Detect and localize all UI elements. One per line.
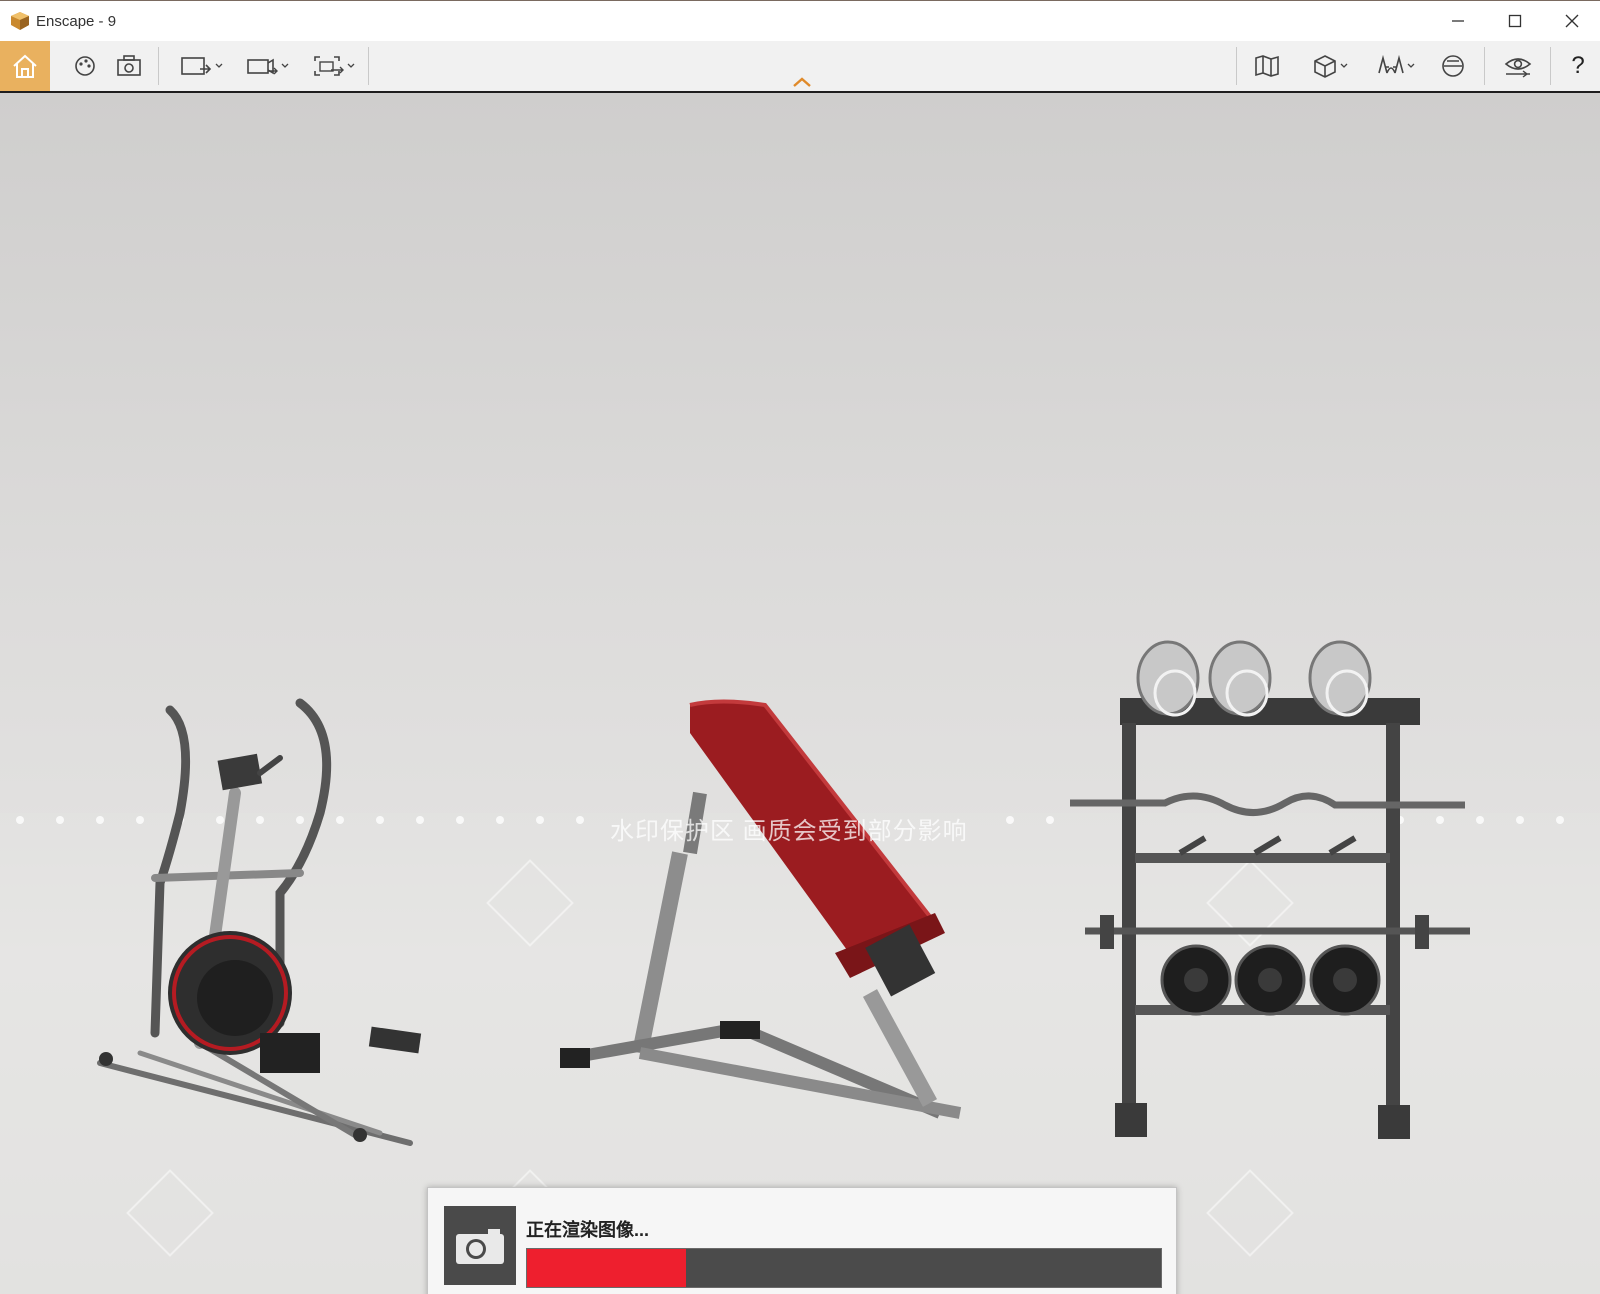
- home-button[interactable]: [0, 41, 50, 91]
- asset-library-icon: [75, 56, 95, 76]
- chevron-up-icon: [793, 77, 811, 87]
- screenshot-icon: [117, 55, 141, 76]
- view-cube-button[interactable]: [1300, 41, 1360, 91]
- minimize-button[interactable]: [1429, 1, 1486, 41]
- maximize-icon: [1508, 14, 1521, 28]
- walk-mode-button[interactable]: [1428, 41, 1478, 91]
- visibility-icon: [1504, 58, 1532, 78]
- export-image-icon: [181, 57, 212, 75]
- vr-button[interactable]: [1366, 41, 1426, 91]
- home-icon: [13, 54, 37, 78]
- enscape-logo-icon: [11, 12, 29, 30]
- chevron-down-icon: [347, 63, 355, 68]
- help-button[interactable]: ?: [1556, 41, 1600, 91]
- maximize-button[interactable]: [1486, 1, 1543, 41]
- minimize-icon: [1451, 20, 1464, 22]
- map-button[interactable]: [1242, 41, 1292, 91]
- render-progress-panel: 正在渲染图像...: [427, 1187, 1177, 1294]
- camera-box: [444, 1206, 516, 1285]
- chevron-down-icon: [1340, 63, 1348, 68]
- map-icon: [1255, 55, 1279, 77]
- export-video-icon: [247, 58, 278, 75]
- close-icon: [1565, 14, 1578, 28]
- export-image-button[interactable]: [172, 41, 232, 91]
- batch-render-button[interactable]: [304, 41, 364, 91]
- asset-library-button[interactable]: [60, 41, 110, 91]
- main-toolbar: ?: [0, 41, 1600, 93]
- visibility-button[interactable]: [1490, 41, 1546, 91]
- gym-equipment-scene: [0, 640, 1600, 1294]
- camera-icon: [456, 1228, 504, 1264]
- close-button[interactable]: [1543, 1, 1600, 41]
- vr-headset-icon: [1378, 54, 1404, 74]
- batch-render-icon: [314, 56, 344, 76]
- chevron-down-icon: [1407, 63, 1415, 68]
- chevron-down-icon: [215, 63, 223, 68]
- chevron-down-icon: [281, 63, 289, 68]
- screenshot-button[interactable]: [104, 41, 154, 91]
- render-status-text: 正在渲染图像...: [526, 1220, 650, 1240]
- render-progress-fill: [527, 1249, 686, 1287]
- title-bar: Enscape - 9: [0, 0, 1600, 41]
- view-cube-icon: [1314, 55, 1336, 78]
- export-video-button[interactable]: [238, 41, 298, 91]
- watermark-text: 水印保护区 画质会受到部分影响: [610, 818, 968, 845]
- render-progress-bar: [526, 1248, 1162, 1288]
- walk-mode-icon: [1442, 55, 1464, 77]
- render-viewport[interactable]: 水印保护区 画质会受到部分影响 正在渲染图像...: [0, 93, 1600, 1294]
- window-title: Enscape - 9: [36, 12, 117, 30]
- collapse-toolbar-button[interactable]: [792, 75, 812, 93]
